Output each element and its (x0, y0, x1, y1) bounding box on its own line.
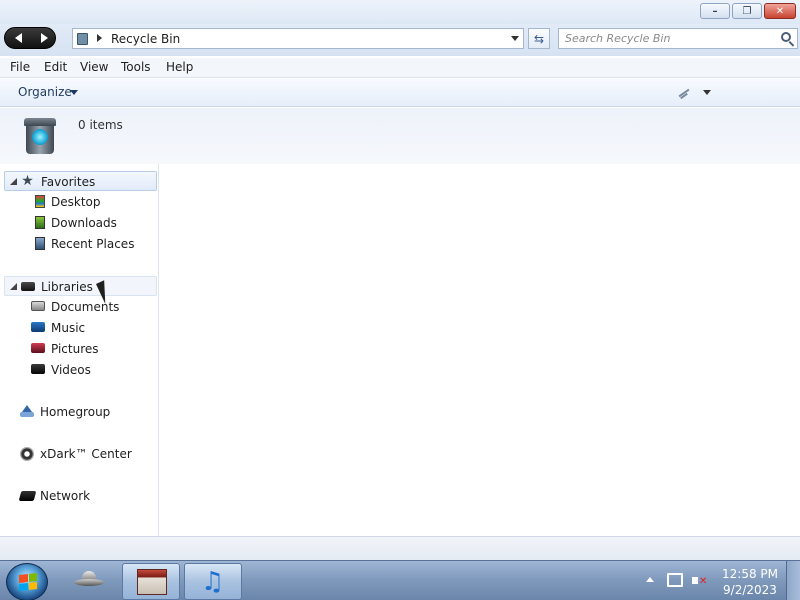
nav-favorites[interactable]: ★ Favorites (4, 171, 157, 191)
address-dropdown-icon[interactable] (511, 36, 519, 41)
show-hidden-icons-icon[interactable] (646, 577, 654, 582)
explorer-shop-icon (137, 569, 167, 595)
nav-xdark-center[interactable]: xDark™ Center (4, 444, 157, 464)
recycle-bin-small-icon (77, 33, 88, 45)
address-bar[interactable]: Recycle Bin (72, 28, 524, 49)
back-forward-buttons (4, 27, 56, 49)
nav-downloads-label: Downloads (51, 216, 117, 230)
expand-icon[interactable] (11, 490, 17, 500)
clock-date: 9/2/2023 (723, 583, 777, 597)
change-view-icon[interactable] (676, 86, 692, 100)
libraries-icon (21, 282, 35, 291)
nav-pictures[interactable]: Pictures (4, 339, 157, 359)
homegroup-icon (20, 405, 34, 418)
pictures-icon (31, 343, 45, 353)
back-arrow-icon[interactable] (15, 33, 22, 43)
refresh-icon: ⇆ (533, 31, 545, 46)
forward-arrow-icon[interactable] (41, 33, 48, 43)
nav-favorites-label: Favorites (41, 175, 96, 189)
nav-libraries[interactable]: Libraries (4, 276, 157, 296)
window-controls: – ❐ ✕ (700, 3, 796, 19)
details-header: 0 items (0, 108, 800, 164)
nav-desktop-label: Desktop (51, 195, 101, 209)
nav-documents[interactable]: Documents (4, 297, 157, 317)
show-desktop-button[interactable] (786, 561, 800, 600)
breadcrumb-recycle-bin[interactable]: Recycle Bin (111, 32, 180, 46)
menu-bar: File Edit View Tools Help (0, 58, 800, 78)
address-row: Recycle Bin ⇆ (0, 24, 800, 56)
ufo-app-icon[interactable] (74, 571, 104, 589)
recycle-bin-icon (22, 116, 58, 156)
nav-recent-places-label: Recent Places (51, 237, 135, 251)
star-icon: ★ (21, 173, 34, 189)
nav-downloads[interactable]: Downloads (4, 213, 157, 233)
network-tray-icon[interactable] (667, 573, 683, 587)
nav-network-label: Network (40, 489, 91, 503)
menu-edit[interactable]: Edit (44, 60, 67, 74)
windows-logo-icon (19, 573, 37, 591)
videos-icon (31, 364, 45, 374)
restore-icon: ❐ (742, 5, 752, 17)
close-button[interactable]: ✕ (764, 3, 796, 19)
search-icon[interactable] (781, 32, 791, 42)
xdark-center-icon (20, 447, 34, 461)
search-input[interactable] (565, 31, 771, 46)
taskbar-explorer-button[interactable] (122, 563, 180, 600)
expand-icon[interactable] (21, 364, 27, 374)
search-box[interactable] (558, 28, 798, 49)
menu-file[interactable]: File (10, 60, 30, 74)
music-note-icon: ♫ (201, 567, 225, 597)
refresh-button[interactable]: ⇆ (528, 28, 550, 49)
clock[interactable]: 12:58 PM 9/2/2023 (722, 566, 778, 598)
nav-videos[interactable]: Videos (4, 360, 157, 380)
expand-icon[interactable] (21, 343, 27, 353)
taskbar: ♫ 12:58 PM 9/2/2023 (0, 560, 800, 600)
recent-places-icon (35, 237, 45, 250)
view-options-dropdown-icon[interactable] (703, 90, 711, 95)
taskbar-music-button[interactable]: ♫ (184, 563, 242, 600)
expand-icon[interactable] (11, 448, 17, 458)
nav-homegroup-label: Homegroup (40, 405, 111, 419)
command-toolbar: Organize (0, 79, 800, 107)
nav-homegroup[interactable]: Homegroup (4, 402, 157, 422)
documents-icon (31, 301, 45, 311)
downloads-icon (35, 216, 45, 229)
status-bar (0, 536, 800, 560)
clock-time: 12:58 PM (722, 567, 778, 581)
navigation-pane: ★ Favorites Desktop Downloads Recent Pla… (0, 164, 159, 536)
nav-music[interactable]: Music (4, 318, 157, 338)
nav-videos-label: Videos (51, 363, 91, 377)
nav-desktop[interactable]: Desktop (4, 192, 157, 212)
expand-icon[interactable] (21, 301, 27, 311)
nav-music-label: Music (51, 321, 86, 335)
organize-button[interactable]: Organize (18, 85, 72, 99)
nav-recent-places[interactable]: Recent Places (4, 234, 157, 254)
volume-muted-icon[interactable] (692, 573, 708, 589)
breadcrumb-separator-icon[interactable] (97, 34, 102, 42)
collapse-icon[interactable] (10, 178, 17, 185)
collapse-icon[interactable] (10, 283, 17, 290)
music-icon (31, 322, 45, 332)
desktop-icon (35, 195, 45, 208)
minimize-icon: – (712, 5, 718, 17)
window-titlebar: – ❐ ✕ (0, 0, 800, 24)
start-button[interactable] (6, 563, 48, 600)
close-icon: ✕ (775, 5, 785, 17)
nav-libraries-label: Libraries (41, 280, 93, 294)
expand-icon[interactable] (21, 322, 27, 332)
menu-view[interactable]: View (80, 60, 108, 74)
maximize-button[interactable]: ❐ (732, 3, 762, 19)
expand-icon[interactable] (11, 406, 17, 416)
minimize-button[interactable]: – (700, 3, 730, 19)
menu-tools[interactable]: Tools (121, 60, 151, 74)
items-count: 0 items (78, 118, 123, 132)
nav-xdark-center-label: xDark™ Center (40, 447, 132, 461)
file-list-area[interactable] (160, 164, 800, 536)
network-icon (18, 491, 37, 501)
organize-dropdown-icon[interactable] (70, 90, 78, 95)
menu-help[interactable]: Help (166, 60, 193, 74)
nav-pictures-label: Pictures (51, 342, 99, 356)
nav-network[interactable]: Network (4, 486, 157, 506)
